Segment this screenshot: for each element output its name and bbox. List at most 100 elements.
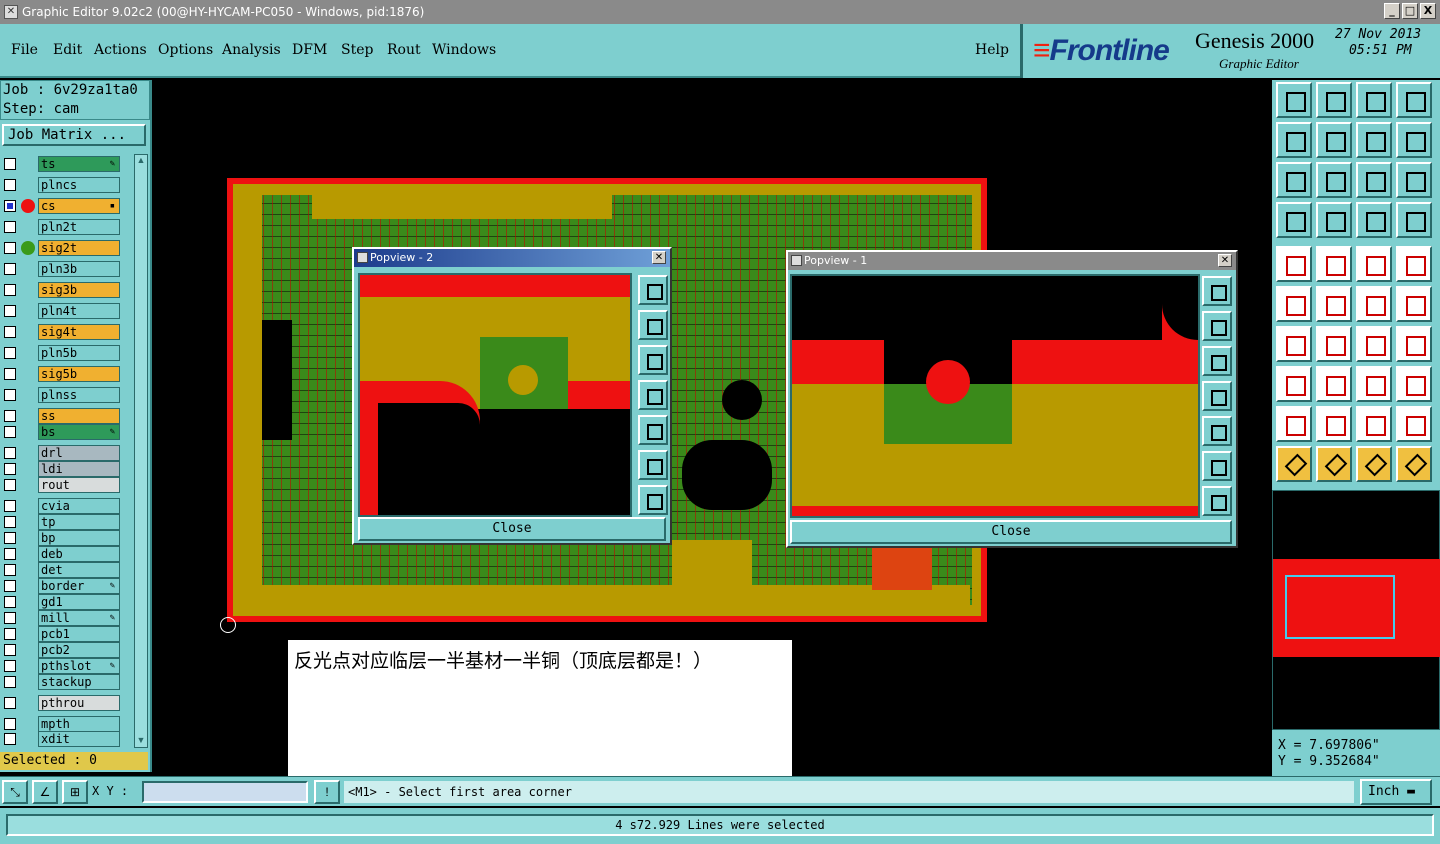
scroll-up-icon[interactable]: ▲ — [135, 155, 147, 167]
arch-icon[interactable] — [1356, 406, 1392, 442]
angle-icon[interactable] — [1276, 326, 1312, 362]
layer-name[interactable]: plncs — [38, 177, 120, 193]
layer-row[interactable]: bp — [2, 530, 122, 546]
pointer-box-icon[interactable] — [1316, 446, 1352, 482]
layer-row[interactable]: tp — [2, 514, 122, 530]
redraw-icon[interactable] — [1396, 122, 1432, 158]
layer-checkbox[interactable] — [4, 426, 16, 438]
xy-input[interactable] — [142, 781, 308, 803]
layer-row[interactable]: det — [2, 562, 122, 578]
layer-name[interactable]: drl — [38, 445, 120, 461]
menu-windows[interactable]: Windows — [432, 42, 496, 58]
job-matrix-button[interactable]: Job Matrix ... — [2, 124, 146, 146]
layer-checkbox[interactable] — [4, 389, 16, 401]
layer-checkbox[interactable] — [4, 179, 16, 191]
features-icon[interactable] — [1276, 202, 1312, 238]
layer-row[interactable]: bs ✎ — [2, 424, 122, 440]
layer-checkbox[interactable] — [4, 580, 16, 592]
layer-checkbox[interactable] — [4, 676, 16, 688]
grid-icon[interactable]: ⊞ — [62, 780, 88, 804]
layer-name[interactable]: ldi — [38, 461, 120, 477]
layer-name[interactable]: pthrou — [38, 695, 120, 711]
layer-name[interactable]: sig3b — [38, 282, 120, 298]
layer-checkbox[interactable] — [4, 326, 16, 338]
group-icon[interactable] — [1396, 366, 1432, 402]
layer-select-icon[interactable] — [1356, 202, 1392, 238]
layer-row[interactable]: pthrou — [2, 695, 122, 711]
layer-checkbox[interactable] — [4, 200, 16, 212]
overview-minimap[interactable] — [1272, 490, 1440, 730]
zoom-out-icon[interactable] — [638, 485, 668, 515]
layer-row[interactable]: gd1 — [2, 594, 122, 610]
layer-name[interactable]: tp — [38, 514, 120, 530]
layer-row[interactable]: mpth — [2, 716, 122, 732]
layer-name[interactable]: ss — [38, 408, 120, 424]
layer-row[interactable]: ldi — [2, 461, 122, 477]
pan-down-icon[interactable] — [1202, 346, 1232, 376]
menu-options[interactable]: Options — [158, 42, 213, 58]
menu-rout[interactable]: Rout — [387, 42, 421, 58]
triangle-icon[interactable] — [1276, 406, 1312, 442]
layer-name[interactable]: pln3b — [38, 261, 120, 277]
zoom-window-icon[interactable] — [1396, 82, 1432, 118]
pan-left-icon[interactable] — [1276, 122, 1312, 158]
line-pad-icon[interactable] — [1356, 286, 1392, 322]
layer-checkbox[interactable] — [4, 284, 16, 296]
split-icon[interactable] — [1396, 326, 1432, 362]
zoom-out-icon[interactable] — [1202, 486, 1232, 516]
layer-checkbox[interactable] — [4, 368, 16, 380]
connect-icon[interactable] — [1276, 286, 1312, 322]
minimap-viewport[interactable] — [1285, 575, 1395, 639]
layer-checkbox[interactable] — [4, 263, 16, 275]
layer-checkbox[interactable] — [4, 221, 16, 233]
layer-row[interactable]: pln2t — [2, 219, 122, 235]
layer-row[interactable]: pcb2 — [2, 642, 122, 658]
snap-icon[interactable] — [1356, 122, 1392, 158]
help-icon[interactable] — [1396, 162, 1432, 198]
home-view-icon[interactable] — [1356, 82, 1392, 118]
frame-icon[interactable] — [1356, 366, 1392, 402]
arc-icon[interactable] — [1356, 326, 1392, 362]
layer-name[interactable]: sig2t — [38, 240, 120, 256]
layer-name[interactable]: deb — [38, 546, 120, 562]
layer-row[interactable]: pln5b — [2, 345, 122, 361]
select-area-icon[interactable]: ⤡ — [2, 780, 28, 804]
layer-checkbox[interactable] — [4, 347, 16, 359]
line-icon[interactable] — [1316, 366, 1352, 402]
menu-actions[interactable]: Actions — [94, 42, 147, 58]
layer-checkbox[interactable] — [4, 410, 16, 422]
angle-select-icon[interactable]: ∠ — [32, 780, 58, 804]
layer-row[interactable]: mill ✎ — [2, 610, 122, 626]
layer-name[interactable]: pln4t — [38, 303, 120, 319]
minimize-button[interactable]: _ — [1384, 3, 1400, 19]
line-pad-alt-icon[interactable] — [1396, 286, 1432, 322]
close-window-button[interactable]: X — [1420, 3, 1436, 19]
menu-analysis[interactable]: Analysis — [222, 42, 281, 58]
arch-alt-icon[interactable] — [1396, 406, 1432, 442]
layer-row[interactable]: rout — [2, 477, 122, 493]
layer-name[interactable]: rout — [38, 477, 120, 493]
layer-name[interactable]: cvia — [38, 498, 120, 514]
popview-1-view[interactable] — [790, 274, 1200, 518]
layer-row[interactable]: ss — [2, 408, 122, 424]
popview-2-close-button[interactable]: Close — [358, 517, 666, 541]
layer-scrollbar[interactable]: ▲ ▼ — [134, 154, 148, 748]
layer-row[interactable]: drl — [2, 445, 122, 461]
pan-up-icon[interactable] — [1202, 311, 1232, 341]
circle-icon[interactable] — [1396, 246, 1432, 282]
menu-dfm[interactable]: DFM — [292, 42, 327, 58]
zoom-fit-icon[interactable] — [1202, 276, 1232, 306]
layer-checkbox[interactable] — [4, 628, 16, 640]
menu-file[interactable]: File — [11, 42, 38, 58]
pan-right-icon[interactable] — [1316, 122, 1352, 158]
scroll-down-icon[interactable]: ▼ — [135, 735, 147, 747]
layer-row[interactable]: plnss — [2, 387, 122, 403]
layer-name[interactable]: sig5b — [38, 366, 120, 382]
layer-row[interactable]: sig4t — [2, 324, 122, 340]
layer-name[interactable]: pln5b — [38, 345, 120, 361]
menu-help[interactable]: Help — [975, 42, 1009, 58]
zoom-home-icon[interactable] — [1276, 82, 1312, 118]
layer-checkbox[interactable] — [4, 532, 16, 544]
layer-name[interactable]: pcb1 — [38, 626, 120, 642]
layer-row[interactable]: pthslot ✎ — [2, 658, 122, 674]
